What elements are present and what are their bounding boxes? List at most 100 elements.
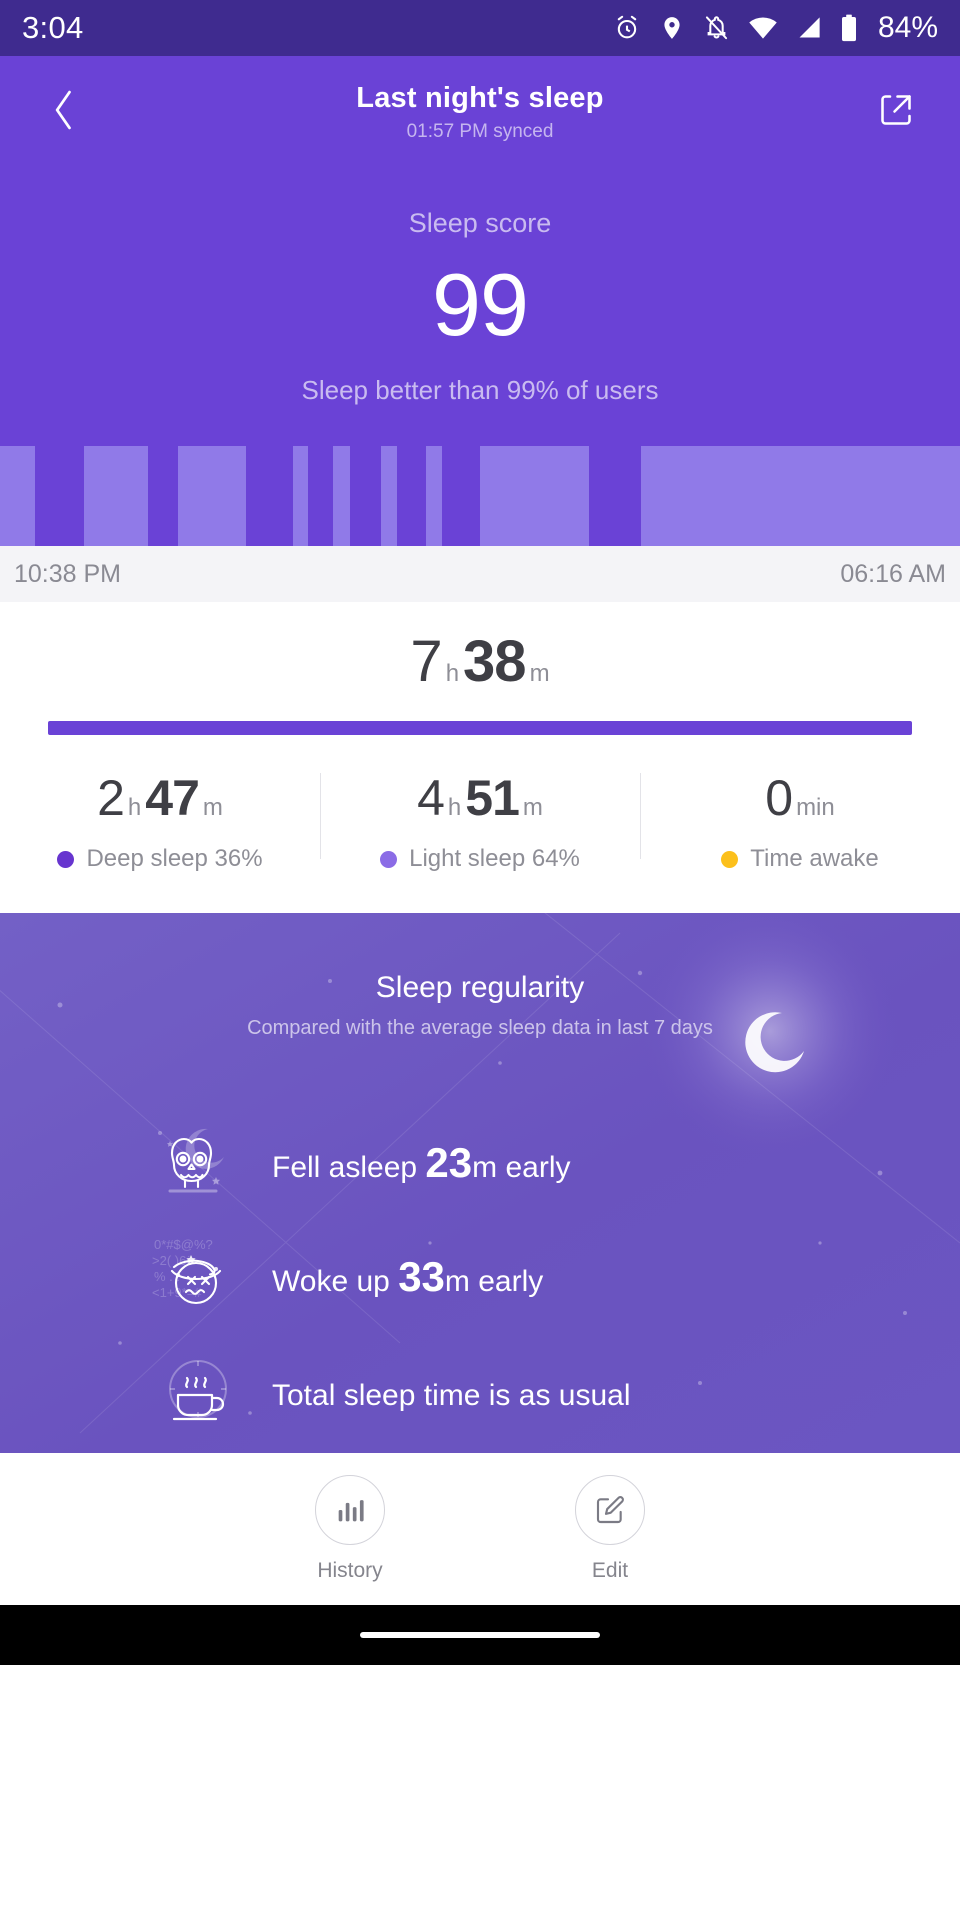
legend-text: Deep sleep 36% xyxy=(86,845,262,873)
svg-text:0*#$@%?: 0*#$@%? xyxy=(154,1237,213,1252)
status-bar: 3:04 xyxy=(0,0,960,56)
status-time: 3:04 xyxy=(22,10,84,46)
regularity-value: 23 xyxy=(425,1139,472,1186)
stat-minutes-unit: m xyxy=(523,794,543,822)
share-external-icon xyxy=(878,92,914,133)
sleep-score-value: 99 xyxy=(432,261,528,349)
edit-button[interactable]: Edit xyxy=(575,1475,645,1583)
page-title: Last night's sleep xyxy=(356,82,603,115)
header-titles: Last night's sleep 01:57 PM synced xyxy=(0,56,960,168)
regularity-prefix: Woke up xyxy=(272,1265,398,1298)
stat-minutes: 51 xyxy=(465,769,519,827)
stat-hours: 2 xyxy=(97,769,124,827)
sleep-stage-segment-light xyxy=(381,446,397,546)
sleep-stage-segment-light xyxy=(426,446,441,546)
sleep-stage-segment-deep xyxy=(308,446,333,546)
sleep-stat-column: 2h47m Deep sleep 36% xyxy=(0,769,320,873)
bottom-action-bar: History Edit xyxy=(0,1453,960,1605)
sleep-stage-segment-light xyxy=(293,446,308,546)
android-navigation-bar xyxy=(0,1605,960,1665)
stat-hours: 4 xyxy=(417,769,444,827)
legend-dot xyxy=(380,851,397,868)
sleep-stage-segment-deep xyxy=(246,446,293,546)
cellular-signal-icon xyxy=(796,15,822,41)
regularity-value: 33 xyxy=(398,1253,445,1300)
sleep-stat-label: Light sleep 64% xyxy=(380,845,580,873)
list-item: Fell asleep 23m early xyxy=(0,1106,960,1220)
dizzy-face-icon: 0*#$@%?>2( )6ö % . :<1+9*=# xyxy=(150,1231,242,1323)
stat-hours-unit: h xyxy=(128,794,141,822)
sleep-stage-segment-light xyxy=(178,446,246,546)
sleep-stat-column: 0min Time awake xyxy=(640,769,960,873)
edit-label: Edit xyxy=(592,1559,628,1583)
sleep-stage-segment-deep xyxy=(148,446,178,546)
location-pin-icon xyxy=(659,14,685,42)
wifi-icon xyxy=(748,15,778,41)
regularity-subtitle: Compared with the average sleep data in … xyxy=(0,1017,960,1040)
regularity-text: Woke up 33m early xyxy=(272,1253,543,1301)
total-minutes: 38 xyxy=(463,628,526,695)
sleep-stage-chart xyxy=(0,446,960,546)
stat-hours-unit: min xyxy=(796,794,835,822)
total-sleep-duration: 7 h 38 m xyxy=(0,628,960,695)
legend-dot xyxy=(721,851,738,868)
sleep-stat-value: 2h47m xyxy=(97,769,223,827)
sleep-stage-segment-light xyxy=(0,446,35,546)
regularity-prefix: Total sleep time is as usual xyxy=(272,1379,631,1412)
alarm-icon xyxy=(613,14,641,42)
owl-icon xyxy=(150,1117,242,1209)
total-hours: 7 xyxy=(410,628,441,695)
legend-dot xyxy=(57,851,74,868)
regularity-header: Sleep regularity Compared with the avera… xyxy=(0,971,960,1040)
duration-bar-wrapper xyxy=(0,721,960,735)
total-sleep-card: 7 h 38 m xyxy=(0,602,960,735)
sleep-stage-segment-light xyxy=(84,446,147,546)
legend-text: Light sleep 64% xyxy=(409,845,580,873)
regularity-title: Sleep regularity xyxy=(0,971,960,1005)
regularity-suffix: m early xyxy=(445,1265,543,1298)
home-gesture-pill[interactable] xyxy=(360,1632,600,1638)
list-item: 0*#$@%?>2( )6ö % . :<1+9*=# xyxy=(0,1220,960,1334)
regularity-prefix: Fell asleep xyxy=(272,1151,425,1184)
duration-progress-bar xyxy=(48,721,912,735)
total-hours-unit: h xyxy=(446,660,459,688)
stat-hours: 0 xyxy=(765,769,792,827)
sync-status: 01:57 PM synced xyxy=(407,121,554,143)
regularity-text: Total sleep time is as usual xyxy=(272,1367,631,1415)
history-button[interactable]: History xyxy=(315,1475,385,1583)
regularity-rows: Fell asleep 23m early 0*#$@%?>2( )6ö % .… xyxy=(0,1106,960,1448)
sleep-stage-segment-light xyxy=(333,446,350,546)
sleep-time-range: 10:38 PM 06:16 AM xyxy=(0,546,960,602)
stat-minutes: 47 xyxy=(145,769,199,827)
sleep-stat-column: 4h51mLight sleep 64% xyxy=(320,769,640,873)
bar-chart-icon xyxy=(315,1475,385,1545)
sleep-stage-segment-deep xyxy=(35,446,85,546)
sleep-stats-row: 2h47mDeep sleep 36%4h51mLight sleep 64%0… xyxy=(0,735,960,913)
history-label: History xyxy=(317,1559,382,1583)
sleep-stage-segment-light xyxy=(641,446,960,546)
stat-minutes-unit: m xyxy=(203,794,223,822)
coffee-cup-icon xyxy=(150,1345,242,1437)
sleep-stage-segment-deep xyxy=(397,446,426,546)
regularity-suffix: m early xyxy=(472,1151,570,1184)
notifications-off-icon xyxy=(703,14,730,42)
sleep-score-label: Sleep score xyxy=(409,208,552,239)
status-icons: 84% xyxy=(613,11,938,45)
sleep-score-hero: Sleep score 99 Sleep better than 99% of … xyxy=(0,168,960,446)
back-button[interactable] xyxy=(36,84,92,140)
sleep-stage-segment-light xyxy=(480,446,589,546)
battery-icon xyxy=(840,14,858,42)
total-minutes-unit: m xyxy=(530,660,550,688)
sleep-end-time: 06:16 AM xyxy=(840,560,946,589)
sleep-stat-value: 0min xyxy=(765,769,834,827)
regularity-text: Fell asleep 23m early xyxy=(272,1139,571,1187)
share-button[interactable] xyxy=(868,84,924,140)
sleep-start-time: 10:38 PM xyxy=(14,560,121,589)
sleep-stat-label: Deep sleep 36% xyxy=(57,845,262,873)
chevron-left-icon xyxy=(49,88,79,137)
battery-percentage: 84% xyxy=(878,11,938,45)
sleep-stage-segment-deep xyxy=(350,446,381,546)
sleep-score-comparison: Sleep better than 99% of users xyxy=(301,375,658,406)
sleep-stat-label: Time awake xyxy=(721,845,878,873)
list-item: Total sleep time is as usual xyxy=(0,1334,960,1448)
